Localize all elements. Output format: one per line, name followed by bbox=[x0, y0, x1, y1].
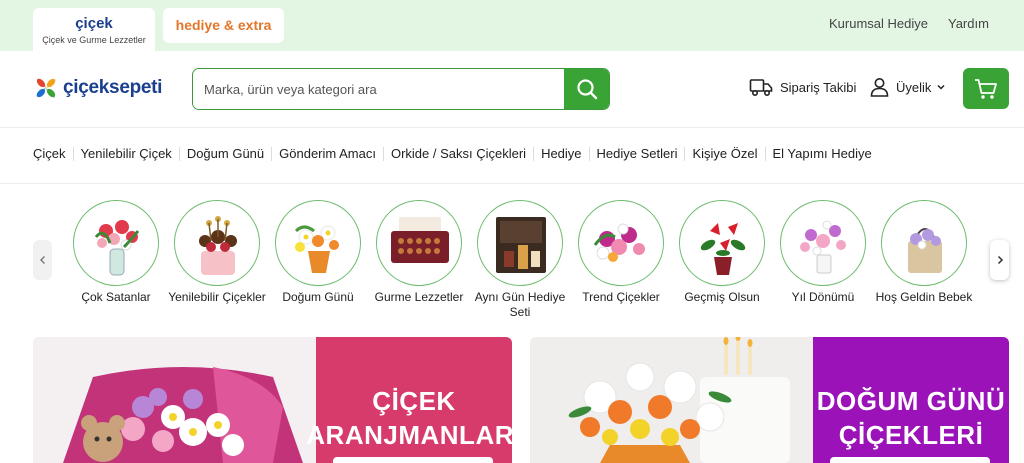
carousel-prev-button[interactable] bbox=[33, 240, 52, 280]
membership-menu[interactable]: Üyelik bbox=[870, 77, 946, 97]
category-yenilebilir-cicekler[interactable]: Yenilebilir Çiçekler bbox=[167, 200, 267, 305]
banner-text-panel: DOĞUM GÜNÜ ÇİÇEKLERİ bbox=[813, 337, 1009, 463]
nav-list: Çiçek Yenilebilir Çiçek Doğum Günü Gönde… bbox=[33, 147, 879, 161]
order-tracking-label: Sipariş Takibi bbox=[780, 79, 857, 95]
category-label: Yıl Dönümü bbox=[791, 290, 855, 304]
chevron-right-icon bbox=[997, 255, 1003, 265]
category-image bbox=[275, 200, 361, 286]
banner-title-line2: ARANJMANLARI bbox=[306, 420, 512, 450]
cart-icon bbox=[975, 78, 997, 99]
truck-icon bbox=[749, 79, 773, 97]
tab-hediye-extra[interactable]: hediye & extra bbox=[163, 8, 284, 43]
tab-cicek-title: çiçek bbox=[75, 15, 113, 32]
cart-button[interactable] bbox=[963, 68, 1009, 109]
carousel-next-button[interactable] bbox=[990, 240, 1009, 280]
nav-item-gonderim-amaci[interactable]: Gönderim Amacı bbox=[271, 147, 383, 161]
category-image bbox=[881, 200, 967, 286]
banner-title-line1: DOĞUM GÜNÜ bbox=[816, 386, 1006, 416]
banner-cta-button[interactable] bbox=[830, 457, 990, 463]
search-bar bbox=[192, 68, 610, 110]
chevron-left-icon bbox=[39, 256, 45, 264]
category-image bbox=[73, 200, 159, 286]
banner-cicek-aranjmanlari[interactable]: ÇİÇEK ARANJMANLARI bbox=[33, 337, 512, 463]
logo-icon bbox=[36, 78, 56, 98]
nav-item-hediye-setleri[interactable]: Hediye Setleri bbox=[588, 147, 685, 161]
nav-item-kisiye-ozel[interactable]: Kişiye Özel bbox=[684, 147, 764, 161]
category-cok-satanlar[interactable]: Çok Satanlar bbox=[66, 200, 166, 305]
nav-item-yenilebilir-cicek[interactable]: Yenilebilir Çiçek bbox=[72, 147, 179, 161]
banner-text-panel: ÇİÇEK ARANJMANLARI bbox=[306, 337, 512, 463]
nav-item-cicek[interactable]: Çiçek bbox=[33, 147, 73, 161]
category-gecmis-olsun[interactable]: Geçmiş Olsun bbox=[672, 200, 772, 305]
category-image bbox=[174, 200, 260, 286]
category-image bbox=[376, 200, 462, 286]
nav-item-dogum-gunu[interactable]: Doğum Günü bbox=[178, 147, 271, 161]
membership-label: Üyelik bbox=[896, 79, 932, 95]
search-input[interactable] bbox=[193, 69, 564, 109]
category-hos-geldin-bebek[interactable]: Hoş Geldin Bebek bbox=[874, 200, 974, 305]
banner-title-line2: ÇİÇEKLERİ bbox=[838, 420, 984, 450]
link-yardim[interactable]: Yardım bbox=[948, 16, 989, 31]
logo[interactable]: çiçeksepeti bbox=[33, 75, 162, 101]
tab-cicek[interactable]: çiçek Çiçek ve Gurme Lezzetler bbox=[33, 8, 155, 51]
category-ayni-gun-hediye-seti[interactable]: Aynı Gün Hediye Seti bbox=[470, 200, 570, 320]
main-header: çiçeksepeti Sipariş Takibi Üyelik bbox=[0, 51, 1024, 128]
category-image bbox=[780, 200, 866, 286]
category-image bbox=[477, 200, 563, 286]
tab-cicek-subtitle: Çiçek ve Gurme Lezzetler bbox=[42, 35, 146, 45]
link-kurumsal-hediye[interactable]: Kurumsal Hediye bbox=[829, 16, 928, 31]
category-label: Trend Çiçekler bbox=[582, 290, 660, 304]
category-dogum-gunu[interactable]: Doğum Günü bbox=[268, 200, 368, 305]
category-image bbox=[578, 200, 664, 286]
category-label: Hoş Geldin Bebek bbox=[875, 290, 973, 304]
category-label: Çok Satanlar bbox=[81, 290, 151, 304]
category-label: Doğum Günü bbox=[282, 290, 354, 304]
banner-title-line1: ÇİÇEK bbox=[372, 386, 456, 416]
category-label: Yenilebilir Çiçekler bbox=[168, 290, 266, 304]
logo-text: çiçeksepeti bbox=[63, 77, 163, 98]
search-button[interactable] bbox=[564, 69, 609, 109]
chevron-down-icon bbox=[937, 84, 945, 90]
top-bar: çiçek Çiçek ve Gurme Lezzetler hediye & … bbox=[0, 0, 1024, 51]
category-label: Aynı Gün Hediye Seti bbox=[474, 290, 566, 319]
nav-item-orkide-saksi[interactable]: Orkide / Saksı Çiçekleri bbox=[382, 147, 533, 161]
banner-image bbox=[33, 337, 316, 463]
banner-image bbox=[530, 337, 813, 463]
user-icon bbox=[870, 78, 889, 97]
nav-item-hediye[interactable]: Hediye bbox=[533, 147, 588, 161]
category-label: Gurme Lezzetler bbox=[374, 290, 464, 304]
category-image bbox=[679, 200, 765, 286]
nav-item-el-yapimi-hediye[interactable]: El Yapımı Hediye bbox=[764, 147, 879, 161]
search-icon bbox=[576, 79, 597, 100]
banner-cta-button[interactable] bbox=[333, 457, 493, 463]
category-label: Geçmiş Olsun bbox=[684, 290, 760, 304]
category-gurme-lezzetler[interactable]: Gurme Lezzetler bbox=[369, 200, 469, 305]
category-carousel: Çok Satanlar Yenilebilir Çiçekler Doğum … bbox=[0, 184, 1024, 334]
banner-dogum-gunu-cicekleri[interactable]: DOĞUM GÜNÜ ÇİÇEKLERİ bbox=[530, 337, 1009, 463]
order-tracking-link[interactable]: Sipariş Takibi bbox=[749, 77, 856, 97]
category-nav: Çiçek Yenilebilir Çiçek Doğum Günü Gönde… bbox=[0, 129, 1024, 184]
category-yil-donumu[interactable]: Yıl Dönümü bbox=[773, 200, 873, 305]
category-trend-cicekler[interactable]: Trend Çiçekler bbox=[571, 200, 671, 305]
